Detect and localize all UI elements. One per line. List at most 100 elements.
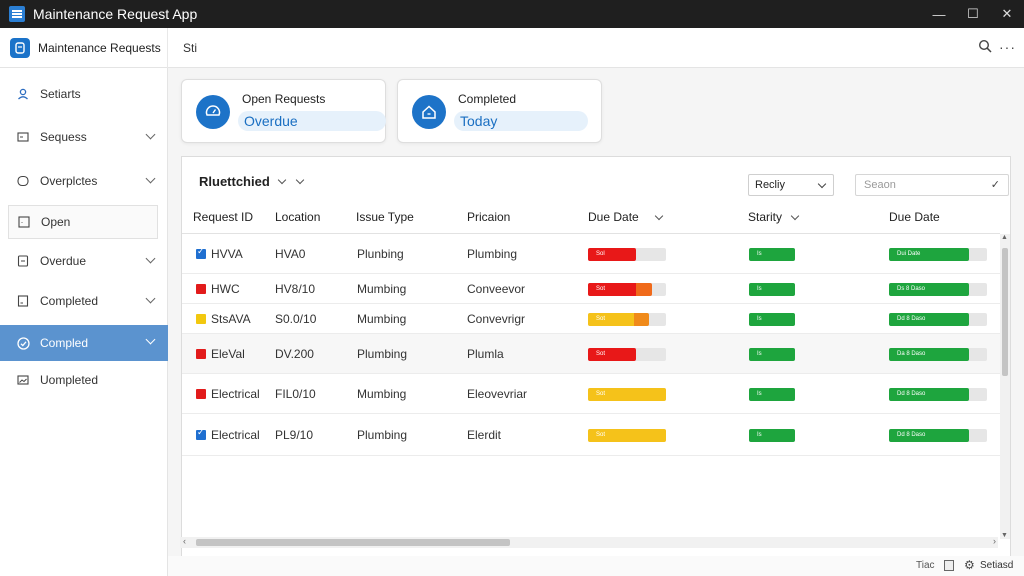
cell-issue-type: Plumbing: [357, 347, 408, 361]
cell-location: HV8/10: [275, 282, 316, 296]
column-header-severity[interactable]: Starity: [748, 210, 782, 224]
bar-fill: Da 8 Daso: [889, 348, 969, 361]
gear-icon[interactable]: ⚙: [964, 558, 975, 572]
table-row[interactable]: HVVA HVA0 Plunbing Plumbing Sol Is Dui Date: [182, 234, 1000, 274]
chevron-down-icon[interactable]: [654, 211, 664, 221]
column-header-issue-type[interactable]: Issue Type: [356, 210, 414, 224]
sidebar-item-label: Compled: [40, 336, 89, 350]
chevron-down-icon: [145, 334, 156, 345]
cell-request-id: EleVal: [211, 347, 245, 361]
due-date-bar: Dd 8 Daso: [889, 313, 987, 326]
scrollbar-thumb[interactable]: [1002, 248, 1008, 376]
cell-priority: Eleovevriar: [467, 387, 528, 401]
column-header-due-date-2[interactable]: Due Date: [889, 210, 940, 224]
check-circle-icon: [16, 336, 30, 350]
open-requests-card[interactable]: Open Requests Overdue: [181, 79, 386, 143]
horizontal-scrollbar[interactable]: ‹ ›: [180, 536, 998, 548]
breadcrumb: Sti: [183, 41, 198, 55]
app-badge-icon: [10, 38, 30, 58]
column-header-location[interactable]: Location: [275, 210, 320, 224]
vertical-scrollbar[interactable]: ▲ ▼: [1000, 234, 1010, 539]
chevron-down-icon: [145, 129, 156, 140]
document-icon: [16, 294, 30, 308]
sidebar-item-overdue[interactable]: Overdue: [0, 244, 168, 278]
cell-issue-type: Plumbing: [357, 428, 408, 442]
scrollbar-thumb[interactable]: [196, 539, 510, 546]
scroll-right-icon[interactable]: ›: [993, 536, 996, 546]
bar-fill: Is: [749, 429, 795, 442]
cell-priority: Plumbing: [467, 247, 518, 261]
chevron-down-icon[interactable]: [295, 175, 305, 185]
cell-location: S0.0/10: [275, 312, 317, 326]
sidebar: Setiarts Sequess Overplctes Open Overdue…: [0, 68, 168, 576]
chevron-down-icon[interactable]: [277, 175, 287, 185]
app-header: Maintenance Requests Sti ···: [0, 28, 1024, 68]
cell-location: FIL0/10: [275, 387, 316, 401]
sidebar-item-uompleted[interactable]: Uompleted: [0, 363, 168, 397]
column-header-due-date[interactable]: Due Date: [588, 210, 639, 224]
sidebar-item-label: Overdue: [40, 254, 87, 268]
due-date-bar: Da 8 Daso: [889, 348, 987, 361]
table-row[interactable]: EleVal DV.200 Plumbing Plumla Sot Is Da 8 Daso: [182, 334, 1000, 374]
search-icon[interactable]: [978, 39, 994, 55]
settings-link[interactable]: Setiasd: [980, 560, 1013, 571]
sidebar-item-sequess[interactable]: Sequess: [0, 120, 168, 154]
card-value: Today: [454, 111, 588, 131]
more-options-icon[interactable]: ···: [999, 39, 1016, 55]
table-row[interactable]: StsAVA S0.0/10 Mumbing Convevrigr Sot Is Dd 8 …: [182, 304, 1000, 334]
sidebar-item-overplctes[interactable]: Overplctes: [0, 164, 168, 198]
cell-location: PL9/10: [275, 428, 314, 442]
row-checkbox[interactable]: [196, 349, 206, 359]
table-row[interactable]: HWC HV8/10 Mumbing Conveevor Sot Is Ds 8 Daso: [182, 274, 1000, 304]
close-button[interactable]: ✕: [990, 0, 1024, 28]
maximize-button[interactable]: ☐: [956, 0, 990, 28]
scroll-up-icon[interactable]: ▲: [1001, 234, 1008, 241]
sidebar-item-completed[interactable]: Completed: [0, 284, 168, 318]
due-date-bar: Dui Date: [889, 248, 987, 261]
cell-request-id: Electrical: [211, 387, 260, 401]
table-row[interactable]: Electrical PL9/10 Plumbing Elerdit Sot Is Dd 8…: [182, 414, 1000, 456]
cell-issue-type: Mumbing: [357, 387, 407, 401]
cell-request-id: StsAVA: [211, 312, 251, 326]
cell-priority: Elerdit: [467, 428, 502, 442]
title-bar: Maintenance Request App — ☐ ✕: [0, 0, 1024, 28]
scroll-down-icon[interactable]: ▼: [1001, 532, 1008, 539]
chevron-down-icon: [145, 293, 156, 304]
sidebar-item-compled[interactable]: Compled: [0, 325, 168, 361]
chevron-down-icon[interactable]: [790, 211, 800, 221]
cell-priority: Convevrigr: [467, 312, 526, 326]
row-checkbox[interactable]: [196, 389, 206, 399]
square-icon: [17, 215, 31, 229]
row-checkbox[interactable]: [196, 246, 206, 259]
column-header-request-id[interactable]: Request ID: [193, 210, 253, 224]
sidebar-item-open[interactable]: Open: [8, 205, 158, 239]
bar-fill: Sot: [588, 283, 652, 296]
bar-fill: Sot: [588, 348, 636, 361]
sidebar-item-label: Uompleted: [40, 373, 99, 387]
card-title: Open Requests: [242, 92, 326, 106]
home-icon: [412, 95, 446, 129]
column-header-priority[interactable]: Pricaion: [467, 210, 510, 224]
scroll-left-icon[interactable]: ‹: [183, 536, 186, 546]
app-switcher[interactable]: Maintenance Requests: [0, 28, 168, 68]
completed-card[interactable]: Completed Today: [397, 79, 602, 143]
cell-issue-type: Mumbing: [357, 312, 407, 326]
row-checkbox[interactable]: [196, 427, 206, 440]
sidebar-item-setiarts[interactable]: Setiarts: [0, 77, 168, 111]
filter-dropdown[interactable]: Recliy: [748, 174, 834, 196]
severity-bar: Is: [749, 429, 795, 442]
row-checkbox[interactable]: [196, 314, 206, 324]
bar-fill: Is: [749, 313, 795, 326]
due-date-bar: Dd 8 Daso: [889, 429, 987, 442]
due-date-bar: Sot: [588, 388, 666, 401]
table-row[interactable]: Electrical FIL0/10 Mumbing Eleovevriar Sot Is…: [182, 374, 1000, 414]
document-icon[interactable]: [944, 560, 954, 571]
search-input[interactable]: Seaon ✓: [855, 174, 1009, 196]
bar-fill: Dd 8 Daso: [889, 388, 969, 401]
card-title: Completed: [458, 92, 517, 106]
row-checkbox[interactable]: [196, 284, 206, 294]
minimize-button[interactable]: —: [922, 0, 956, 28]
sidebar-item-label: Sequess: [40, 130, 87, 144]
sidebar-item-label: Overplctes: [40, 174, 98, 188]
due-date-bar: Sot: [588, 313, 666, 326]
